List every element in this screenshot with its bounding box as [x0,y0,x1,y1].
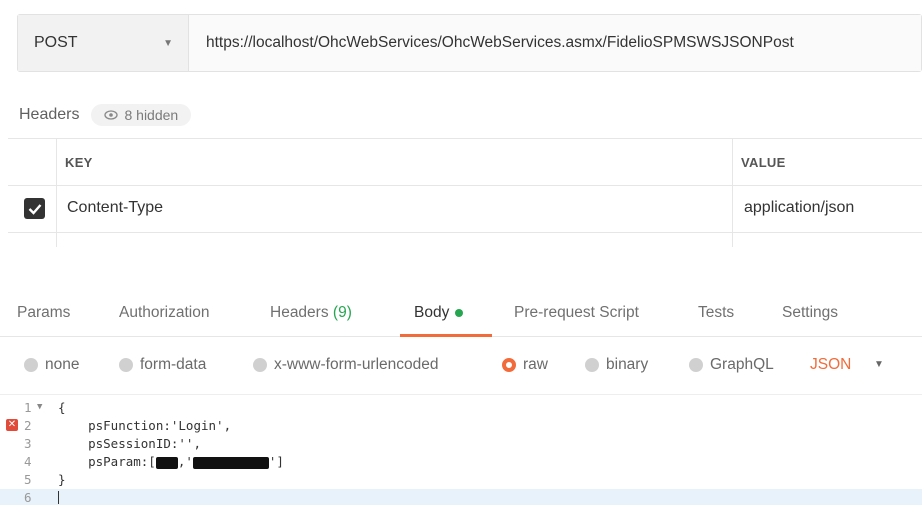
tab-params[interactable]: Params [17,304,70,322]
tab-headers-label: Headers [270,304,329,321]
tab-authorization[interactable]: Authorization [119,304,209,322]
editor-line: 1 ▼ { [0,399,922,416]
tab-headers[interactable]: Headers (9) [270,304,352,322]
headers-table-header: KEY VALUE [8,138,922,185]
hidden-count: 8 hidden [124,107,179,123]
table-row: Content-Type application/json [8,185,922,232]
active-tab-indicator [400,334,492,337]
column-key: KEY [65,155,93,170]
line-number: 2 [24,418,32,433]
radio-binary[interactable]: binary [585,356,648,374]
url-input[interactable]: https://localhost/OhcWebServices/OhcWebS… [189,15,921,71]
radio-icon [119,358,133,372]
code-text: psParam:[ ,' '] [58,453,284,470]
body-type-options: none form-data x-www-form-urlencoded raw… [0,356,922,380]
headers-title: Headers [19,106,80,123]
text-cursor [58,491,59,504]
line-number: 5 [24,472,32,487]
chevron-down-icon[interactable]: ▼ [874,359,884,370]
headers-table: KEY VALUE Content-Type application/json [8,138,922,247]
editor-line: 4 psParam:[ ,' '] [0,453,922,470]
editor-line-current: 6 [0,489,922,505]
tab-pre-request-script[interactable]: Pre-request Script [514,304,639,322]
column-value: VALUE [741,155,786,170]
radio-label: x-www-form-urlencoded [274,356,439,373]
header-key-cell[interactable]: Content-Type [67,199,163,217]
code-prefix: psParam:[ [58,454,156,469]
tab-body[interactable]: Body [414,304,464,322]
radio-label: form-data [140,356,207,373]
redacted-block [155,456,178,469]
radio-label: binary [606,356,649,373]
method-label: POST [34,34,78,51]
error-icon: ✕ [6,419,18,431]
eye-icon [104,110,119,120]
code-text: { [58,400,66,415]
radio-icon [253,358,267,372]
request-bar: POST ▼ https://localhost/OhcWebServices/… [17,14,922,72]
code-text: psFunction:'Login', [58,418,232,433]
radio-icon [689,358,703,372]
code-editor[interactable]: 1 ▼ { ✕ 2 psFunction:'Login', 3 psSessio… [0,394,922,511]
url-text: https://localhost/OhcWebServices/OhcWebS… [206,34,794,51]
tab-settings[interactable]: Settings [782,304,838,322]
editor-line: ✕ 2 psFunction:'Login', [0,417,922,434]
header-value-cell[interactable]: application/json [744,199,854,217]
radio-label: GraphQL [710,356,774,373]
line-number: 6 [24,490,32,505]
line-number: 4 [24,454,32,469]
code-text: psSessionID:'', [58,436,201,451]
check-icon [28,203,41,215]
radio-icon [585,358,599,372]
tab-body-label: Body [414,304,450,321]
chevron-down-icon: ▼ [163,37,173,49]
code-mid: ,' [177,454,193,469]
table-row-empty[interactable] [8,232,922,247]
hidden-headers-toggle[interactable]: 8 hidden [91,104,192,126]
status-dot-icon [455,308,464,317]
radio-graphql[interactable]: GraphQL [689,356,774,374]
tab-headers-count: (9) [332,304,352,321]
headers-section-title: Headers 8 hidden [19,104,192,126]
redacted-block [192,456,269,469]
editor-line: 3 psSessionID:'', [0,435,922,452]
radio-raw[interactable]: raw [502,356,548,374]
code-text: } [58,472,66,487]
line-number: 3 [24,436,32,451]
radio-none[interactable]: none [24,356,79,374]
code-suffix: '] [268,454,284,469]
radio-selected-icon [502,358,516,372]
fold-icon[interactable]: ▼ [37,399,42,416]
row-checkbox[interactable] [24,198,45,219]
radio-form-data[interactable]: form-data [119,356,206,374]
format-select[interactable]: JSON [810,356,851,374]
radio-label: none [45,356,80,373]
editor-line: 5 } [0,471,922,488]
radio-icon [24,358,38,372]
request-tabs: Params Authorization Headers (9) Body Pr… [0,296,922,337]
method-select[interactable]: POST ▼ [18,15,189,71]
line-number: 1 [24,400,32,415]
radio-x-www-form-urlencoded[interactable]: x-www-form-urlencoded [253,356,439,374]
radio-label: raw [523,356,548,373]
tab-tests[interactable]: Tests [698,304,734,322]
